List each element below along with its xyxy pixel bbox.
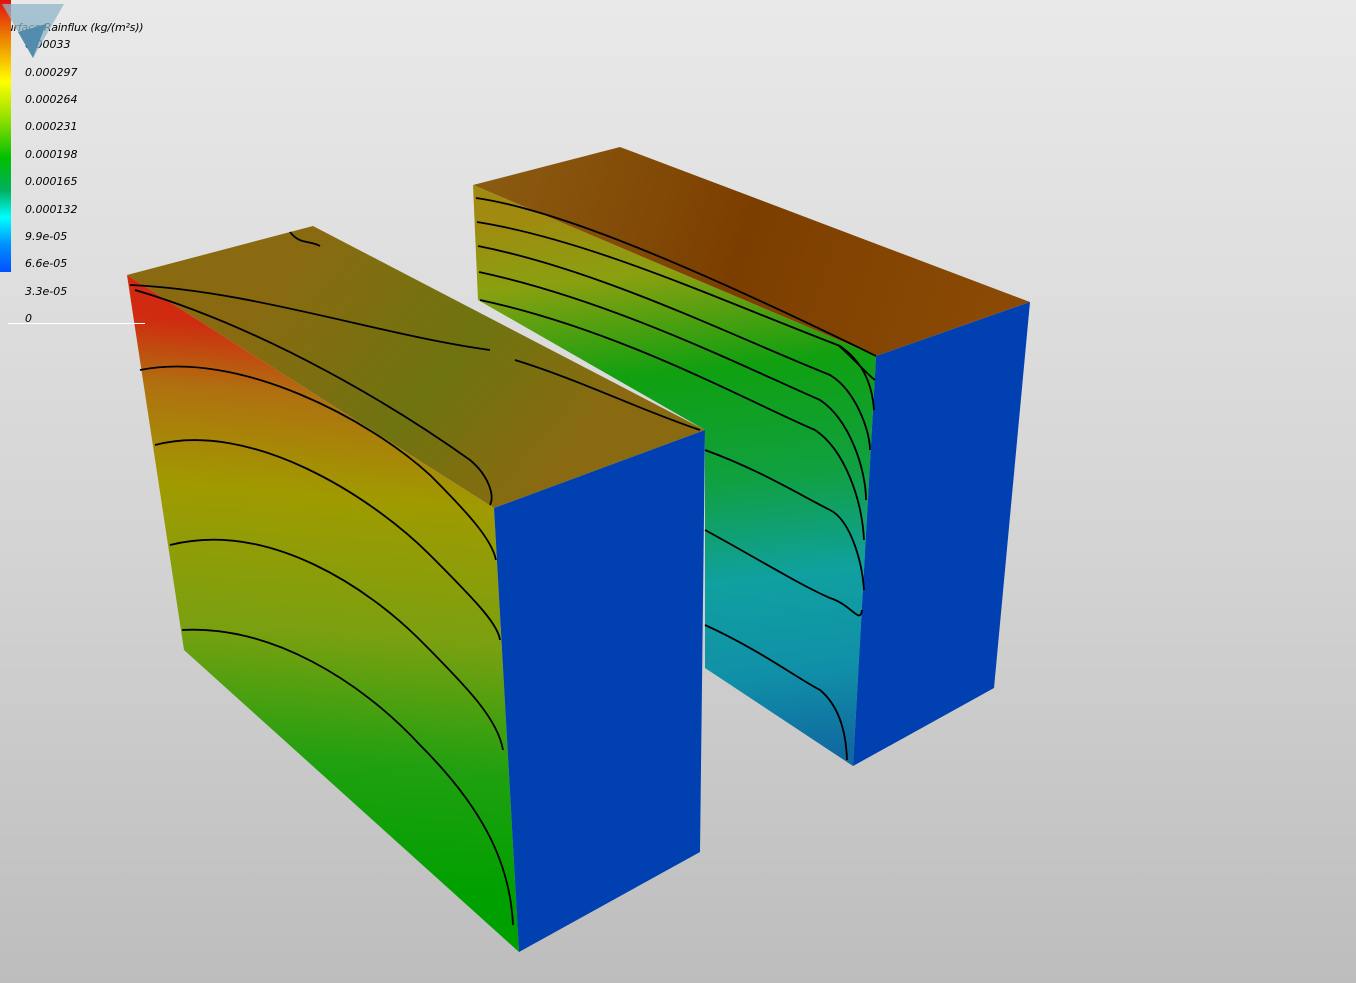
legend-tick: 0.000132 [25, 203, 78, 216]
legend-tick: 3.3e-05 [25, 285, 68, 298]
legend-tick: 0.000165 [25, 175, 78, 188]
legend-tick: 0.000231 [25, 120, 78, 133]
left-block-side-face [494, 430, 705, 952]
legend-tick: 0.000297 [25, 66, 78, 79]
orientation-triangle-icon[interactable] [0, 0, 66, 62]
3d-viewport[interactable]: Surface Rainflux (kg/(m²s)) 0.00033 0.00… [0, 0, 1356, 983]
legend-tick: 9.9e-05 [25, 230, 68, 243]
legend-tick: 6.6e-05 [25, 257, 68, 270]
legend-tick: 0.000264 [25, 93, 78, 106]
right-block-side-face [853, 302, 1030, 766]
legend-divider [8, 323, 145, 324]
legend-tick: 0.000198 [25, 148, 78, 161]
scene-canvas[interactable] [0, 0, 1356, 983]
